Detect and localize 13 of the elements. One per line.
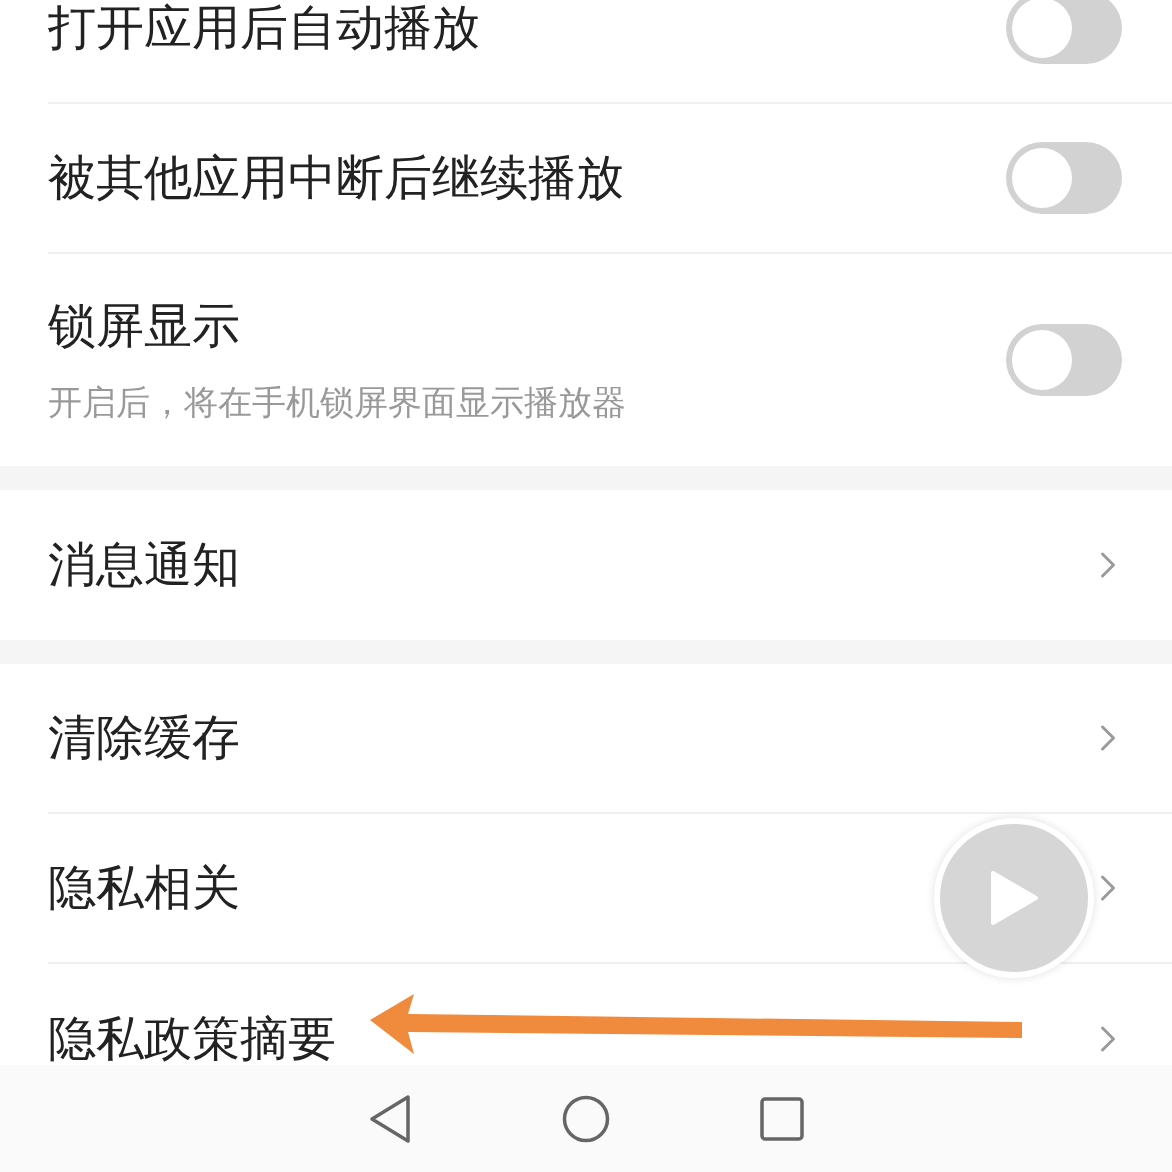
- setting-label: 隐私政策摘要: [48, 1009, 336, 1065]
- setting-label: 隐私相关: [48, 858, 240, 917]
- setting-label: 打开应用后自动播放: [48, 0, 480, 57]
- play-icon: [989, 870, 1039, 926]
- back-icon[interactable]: [368, 1093, 412, 1144]
- setting-label: 消息通知: [48, 535, 240, 594]
- setting-label: 锁屏显示: [48, 296, 241, 355]
- setting-label: 被其他应用中断后继续播放: [48, 148, 624, 207]
- recent-apps-icon[interactable]: [760, 1096, 804, 1141]
- home-icon[interactable]: [562, 1094, 610, 1143]
- setting-label: 清除缓存: [48, 708, 240, 767]
- setting-description: 开启后，将在手机锁屏界面显示播放器: [48, 381, 626, 424]
- toggle-switch[interactable]: [1006, 0, 1122, 64]
